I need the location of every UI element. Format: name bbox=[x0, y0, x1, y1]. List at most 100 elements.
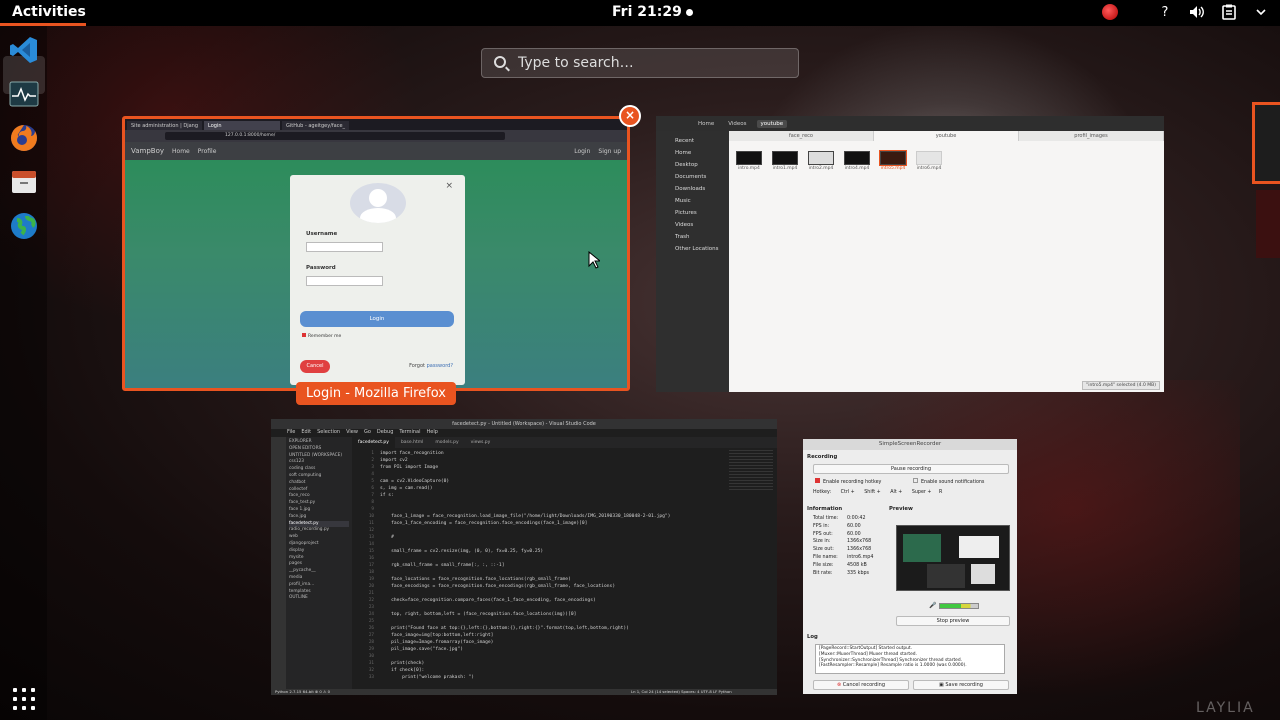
menu-item[interactable]: Debug bbox=[377, 429, 393, 437]
file-item[interactable]: intro2.mp4 bbox=[808, 151, 834, 171]
files-icon[interactable] bbox=[6, 164, 42, 200]
sidebar-item[interactable]: Desktop bbox=[656, 159, 729, 171]
explorer-item[interactable]: profil_ima... bbox=[289, 582, 349, 589]
sidebar-item[interactable]: Videos bbox=[656, 219, 729, 231]
menu-item[interactable]: Selection bbox=[317, 429, 340, 437]
file-item[interactable]: intro1.mp4 bbox=[772, 151, 798, 171]
close-icon[interactable]: × bbox=[445, 181, 453, 191]
explorer-item[interactable]: radio_recording.py bbox=[289, 527, 349, 534]
vscode-icon[interactable] bbox=[6, 32, 42, 68]
pause-recording-button[interactable]: Pause recording bbox=[813, 464, 1009, 474]
sidebar-item[interactable]: Home bbox=[656, 147, 729, 159]
hotkey-alt[interactable]: Alt + bbox=[890, 490, 902, 495]
globe-icon[interactable] bbox=[6, 208, 42, 244]
file-item[interactable]: intro.mp4 bbox=[736, 151, 762, 171]
minimap[interactable] bbox=[729, 450, 773, 490]
explorer-item[interactable]: media bbox=[289, 575, 349, 582]
firefox-tab[interactable]: Site administration | Djang bbox=[127, 121, 203, 130]
nav-login[interactable]: Login bbox=[574, 148, 590, 155]
editor-tab[interactable]: base.html bbox=[395, 437, 429, 448]
hotkey-key-select[interactable]: R bbox=[939, 490, 942, 495]
menu-item[interactable]: File bbox=[287, 429, 295, 437]
files-window-thumbnail[interactable]: Home Videos youtube Recent Home Desktop … bbox=[656, 116, 1164, 392]
explorer-item[interactable]: display bbox=[289, 548, 349, 555]
recording-indicator-icon[interactable] bbox=[1102, 4, 1118, 20]
explorer-item[interactable]: coding class bbox=[289, 466, 349, 473]
log-output[interactable]: [PageRecord::StartOutput] Started output… bbox=[815, 644, 1005, 674]
volume-icon[interactable] bbox=[1188, 3, 1206, 21]
breadcrumb-youtube[interactable]: youtube bbox=[756, 119, 788, 128]
site-brand[interactable]: VampBoy bbox=[131, 147, 164, 155]
ssr-window-thumbnail[interactable]: SimpleScreenRecorder Recording Pause rec… bbox=[803, 439, 1017, 694]
nav-home[interactable]: Home bbox=[172, 148, 190, 155]
code-editor[interactable]: import face_recognition import cv2 from PI… bbox=[352, 450, 732, 689]
nav-profile[interactable]: Profile bbox=[198, 148, 217, 155]
clock[interactable]: Fri 21:29 bbox=[612, 4, 693, 20]
menu-item[interactable]: View bbox=[346, 429, 358, 437]
explorer-item[interactable]: web bbox=[289, 534, 349, 541]
enable-hotkey-checkbox[interactable]: Enable recording hotkey bbox=[815, 478, 881, 485]
clipboard-icon[interactable] bbox=[1220, 3, 1238, 21]
enable-sound-checkbox[interactable]: Enable sound notifications bbox=[913, 478, 984, 485]
nav-signup[interactable]: Sign up bbox=[598, 148, 621, 155]
activities-button[interactable]: Activities bbox=[12, 4, 86, 20]
firefox-window-thumbnail[interactable]: Site administration | Djang Login GitHub… bbox=[122, 116, 630, 391]
editor-tab[interactable]: models.py bbox=[429, 437, 464, 448]
files-tab[interactable]: youtube bbox=[874, 131, 1019, 141]
editor-tab[interactable]: views.py bbox=[465, 437, 497, 448]
sidebar-item[interactable]: Documents bbox=[656, 171, 729, 183]
breadcrumb-home[interactable]: Home bbox=[694, 120, 718, 128]
file-item[interactable]: intro6.mp4 bbox=[916, 151, 942, 171]
sidebar-item[interactable]: Trash bbox=[656, 231, 729, 243]
search-box[interactable]: Type to search… bbox=[481, 48, 799, 78]
remember-checkbox[interactable]: Remember me bbox=[302, 333, 341, 339]
explorer-item[interactable]: chatbot bbox=[289, 480, 349, 487]
explorer-item[interactable]: face_test.py bbox=[289, 500, 349, 507]
hotkey-ctrl[interactable]: Ctrl + bbox=[841, 490, 855, 495]
workspace-thumbnail-1[interactable] bbox=[1252, 102, 1280, 184]
explorer-item[interactable]: OPEN EDITORS bbox=[289, 446, 349, 453]
explorer-item[interactable]: __pycache__ bbox=[289, 568, 349, 575]
login-button[interactable]: Login bbox=[300, 311, 454, 327]
cancel-button[interactable]: Cancel bbox=[300, 360, 330, 373]
editor-tab[interactable]: facedetect.py bbox=[352, 437, 395, 448]
files-tab[interactable]: profil_images bbox=[1019, 131, 1164, 141]
system-monitor-icon[interactable] bbox=[6, 76, 42, 112]
cancel-recording-button[interactable]: ⊗ Cancel recording bbox=[813, 680, 909, 690]
sidebar-item[interactable]: Pictures bbox=[656, 207, 729, 219]
power-menu-icon[interactable] bbox=[1252, 3, 1270, 21]
explorer-item[interactable]: soft computing bbox=[289, 473, 349, 480]
close-window-button[interactable]: × bbox=[619, 105, 641, 127]
firefox-tab[interactable]: GitHub - ageitgey/face_ bbox=[282, 121, 350, 130]
sidebar-item[interactable]: Recent bbox=[656, 135, 729, 147]
explorer-item[interactable]: mysite bbox=[289, 555, 349, 562]
show-applications-icon[interactable] bbox=[13, 688, 35, 710]
file-item[interactable]: intro4.mp4 bbox=[844, 151, 870, 171]
file-item[interactable]: intro5.mp4 bbox=[879, 150, 907, 171]
files-tab[interactable]: face_reco bbox=[729, 131, 874, 141]
firefox-icon[interactable] bbox=[6, 120, 42, 156]
hotkey-shift[interactable]: Shift + bbox=[864, 490, 880, 495]
explorer-item[interactable]: OUTLINE bbox=[289, 595, 349, 602]
menu-item[interactable]: Terminal bbox=[399, 429, 420, 437]
menu-item[interactable]: Edit bbox=[301, 429, 311, 437]
menu-item[interactable]: Help bbox=[427, 429, 438, 437]
stop-preview-button[interactable]: Stop preview bbox=[896, 616, 1010, 626]
explorer-item[interactable]: EXPLORER bbox=[289, 439, 349, 446]
sidebar-item[interactable]: Downloads bbox=[656, 183, 729, 195]
save-recording-button[interactable]: ▣ Save recording bbox=[913, 680, 1009, 690]
username-field[interactable] bbox=[306, 242, 383, 252]
forgot-password-link[interactable]: password? bbox=[427, 363, 453, 369]
sidebar-item[interactable]: Other Locations bbox=[656, 243, 729, 255]
menu-item[interactable]: Go bbox=[364, 429, 371, 437]
explorer-item[interactable]: djangoproject bbox=[289, 541, 349, 548]
help-icon[interactable]: ? bbox=[1156, 3, 1174, 21]
sidebar-item[interactable]: Music bbox=[656, 195, 729, 207]
password-field[interactable] bbox=[306, 276, 383, 286]
breadcrumb-videos[interactable]: Videos bbox=[724, 120, 750, 128]
explorer-item[interactable]: face.jpg bbox=[289, 514, 349, 521]
explorer-item[interactable]: face 1.jpg bbox=[289, 507, 349, 514]
vscode-window-thumbnail[interactable]: facedetect.py - Untitled (Workspace) - V… bbox=[271, 419, 777, 695]
url-bar[interactable]: 127.0.0.1:8000/home/ bbox=[165, 132, 505, 140]
workspace-thumbnail-2[interactable] bbox=[1256, 190, 1280, 258]
